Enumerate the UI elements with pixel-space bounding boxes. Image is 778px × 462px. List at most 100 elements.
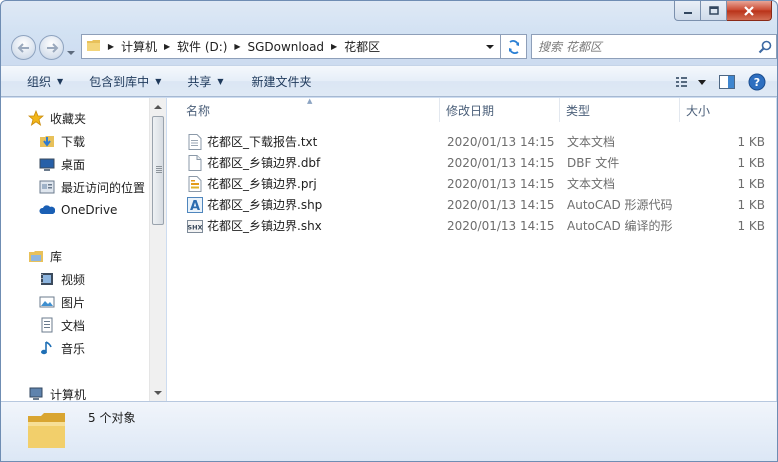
share-label: 共享 <box>187 74 212 89</box>
file-name: 花都区_乡镇边界.shx <box>207 219 322 233</box>
address-history-dropdown[interactable] <box>482 35 498 58</box>
music-library-icon <box>38 340 56 356</box>
nav-videos[interactable]: 视频 <box>38 269 85 289</box>
file-type: 文本文档 <box>567 135 616 149</box>
column-header-name[interactable]: ▲ 名称 <box>167 97 440 122</box>
chevron-down-icon: ▼ <box>217 76 224 86</box>
nav-music[interactable]: 音乐 <box>38 338 85 358</box>
recent-places-icon <box>38 179 56 195</box>
breadcrumb-label[interactable]: 花都区 <box>341 38 383 55</box>
address-bar[interactable]: ▶ 计算机 ▶ 软件 (D:) ▶ SGDownload ▶ 花都区 <box>81 34 501 59</box>
breadcrumb-current[interactable]: ▶ 花都区 <box>327 35 383 58</box>
nav-label: 计算机 <box>50 387 87 402</box>
file-date: 2020/01/13 14:15 <box>447 155 555 170</box>
preview-pane-icon <box>719 75 735 89</box>
search-box[interactable] <box>531 34 777 59</box>
close-button[interactable] <box>727 1 772 21</box>
column-header-date[interactable]: 修改日期 <box>440 98 560 122</box>
nav-recent-places[interactable]: 最近访问的位置 <box>38 177 145 197</box>
breadcrumb-label[interactable]: 计算机 <box>118 38 160 55</box>
file-date: 2020/01/13 14:15 <box>447 134 555 149</box>
preview-pane-button[interactable] <box>715 71 739 93</box>
file-name: 花都区_乡镇边界.shp <box>207 198 323 212</box>
include-in-library-menu[interactable]: 包含到库中 ▼ <box>79 69 171 93</box>
help-button[interactable]: ? <box>745 71 769 93</box>
nav-label: 库 <box>50 249 63 264</box>
library-icon <box>27 248 45 264</box>
scrollbar-thumb[interactable] <box>152 116 164 225</box>
column-header-label: 名称 <box>186 103 211 118</box>
details-pane: 5 个对象 <box>1 401 777 461</box>
chevron-down-icon: ▼ <box>155 76 162 86</box>
nav-label: 最近访问的位置 <box>61 180 146 195</box>
breadcrumb-drive[interactable]: ▶ 软件 (D:) <box>160 35 230 58</box>
navigation-scrollbar[interactable] <box>149 98 166 401</box>
nav-desktop[interactable]: 桌面 <box>38 154 85 174</box>
breadcrumb-separator-icon[interactable]: ▶ <box>104 42 118 51</box>
column-header-type[interactable]: 类型 <box>560 98 680 122</box>
forward-button[interactable] <box>39 35 64 60</box>
svg-text:?: ? <box>754 76 760 89</box>
file-row[interactable]: 花都区_下载报告.txt 2020/01/13 14:15 文本文档 1 KB <box>167 131 776 152</box>
file-size: 1 KB <box>737 134 765 149</box>
column-header-row: ▲ 名称 修改日期 类型 大小 <box>167 97 776 122</box>
chevron-down-icon: ▼ <box>57 76 64 86</box>
nav-documents[interactable]: 文档 <box>38 315 85 335</box>
nav-label: 下载 <box>61 134 86 149</box>
column-header-label: 修改日期 <box>446 103 495 118</box>
nav-computer[interactable]: 计算机 <box>27 384 86 401</box>
breadcrumb-computer[interactable]: ▶ 计算机 <box>104 35 160 58</box>
nav-label: 文档 <box>61 318 86 333</box>
thumb-grip <box>156 166 162 173</box>
onedrive-cloud-icon <box>38 202 56 218</box>
chevron-down-icon <box>67 51 75 55</box>
autocad-shx-icon: SHX <box>187 218 203 234</box>
file-row[interactable]: SHX 花都区_乡镇边界.shx 2020/01/13 14:15 AutoCA… <box>167 215 776 236</box>
file-row[interactable]: 花都区_乡镇边界.prj 2020/01/13 14:15 文本文档 1 KB <box>167 173 776 194</box>
maximize-button[interactable] <box>701 1 727 21</box>
breadcrumb-label[interactable]: SGDownload <box>244 40 327 54</box>
nav-onedrive[interactable]: OneDrive <box>38 200 117 220</box>
refresh-button[interactable] <box>501 34 527 59</box>
file-date: 2020/01/13 14:15 <box>447 176 555 191</box>
breadcrumb-separator-icon[interactable]: ▶ <box>327 42 341 51</box>
nav-libraries[interactable]: 库 <box>27 246 62 266</box>
scroll-down-button[interactable] <box>150 385 166 401</box>
search-input[interactable] <box>532 35 754 58</box>
navigation-tree: 收藏夹 下载 桌面 最近访问的位置 OneDrive 库 视频 图片 文档 音乐… <box>1 98 149 401</box>
file-name: 花都区_乡镇边界.prj <box>207 177 317 191</box>
back-button[interactable] <box>11 35 36 60</box>
nav-label: 桌面 <box>61 157 86 172</box>
nav-label: 收藏夹 <box>50 111 87 126</box>
recent-pages-dropdown[interactable] <box>67 45 75 59</box>
nav-label: OneDrive <box>61 203 118 217</box>
organize-menu[interactable]: 组织 ▼ <box>17 69 73 93</box>
nav-pictures[interactable]: 图片 <box>38 292 85 312</box>
change-view-button[interactable] <box>673 71 709 93</box>
share-menu[interactable]: 共享 ▼ <box>177 69 233 93</box>
prj-file-icon <box>187 175 203 192</box>
new-folder-button[interactable]: 新建文件夹 <box>242 69 322 93</box>
search-icon[interactable] <box>754 40 776 54</box>
column-header-size[interactable]: 大小 <box>680 98 773 122</box>
chevron-down-icon <box>486 44 494 49</box>
svg-text:SHX: SHX <box>187 223 202 231</box>
file-date: 2020/01/13 14:15 <box>447 197 555 212</box>
file-row[interactable]: A 花都区_乡镇边界.shp 2020/01/13 14:15 AutoCAD … <box>167 194 776 215</box>
breadcrumb-separator-icon[interactable]: ▶ <box>230 42 244 51</box>
nav-label: 图片 <box>61 295 86 310</box>
minimize-button[interactable] <box>674 1 701 21</box>
text-file-icon <box>187 133 203 150</box>
file-size: 1 KB <box>737 218 765 233</box>
breadcrumb-sgdownload[interactable]: ▶ SGDownload <box>230 35 327 58</box>
nav-favorites[interactable]: 收藏夹 <box>27 108 86 128</box>
new-folder-label: 新建文件夹 <box>251 74 312 89</box>
nav-downloads[interactable]: 下载 <box>38 131 85 151</box>
folder-icon <box>86 37 104 56</box>
folder-icon <box>25 408 69 452</box>
file-row[interactable]: 花都区_乡镇边界.dbf 2020/01/13 14:15 DBF 文件 1 K… <box>167 152 776 173</box>
breadcrumb-label[interactable]: 软件 (D:) <box>174 38 230 55</box>
sort-ascending-icon: ▲ <box>307 97 313 105</box>
scroll-up-button[interactable] <box>150 98 166 114</box>
breadcrumb-separator-icon[interactable]: ▶ <box>160 42 174 51</box>
